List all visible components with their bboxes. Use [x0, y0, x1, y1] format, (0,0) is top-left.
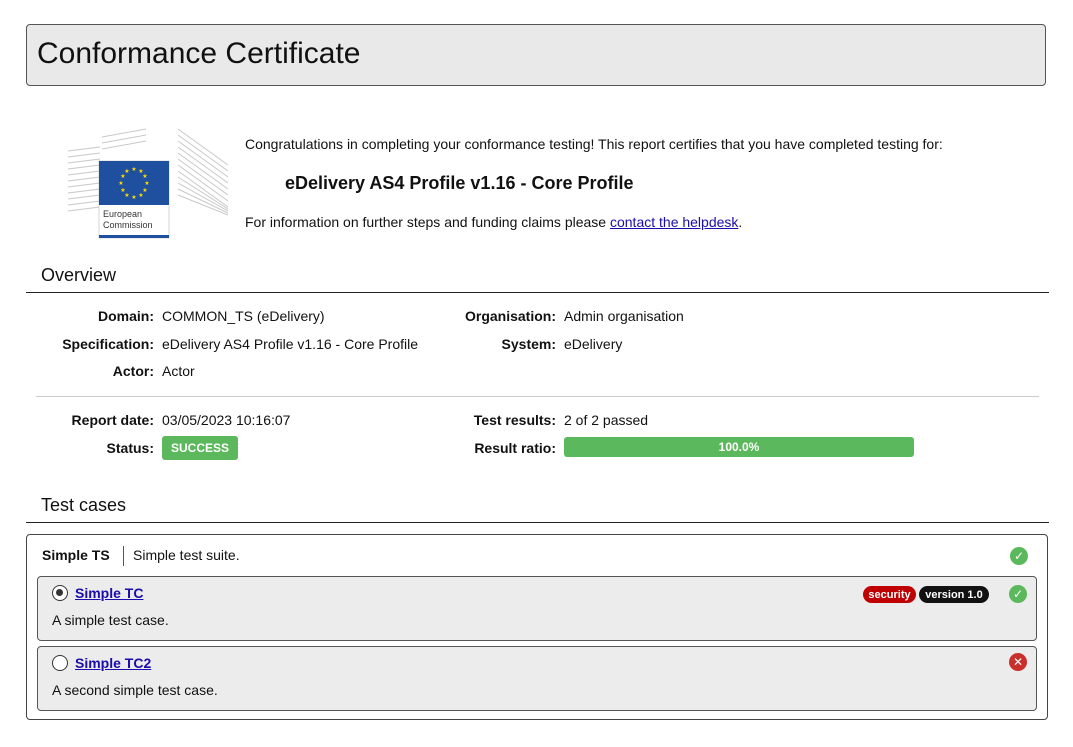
success-check-icon: ✓: [1009, 585, 1027, 603]
helpdesk-link[interactable]: contact the helpdesk: [610, 214, 738, 230]
tag-version-badge: version 1.0: [919, 586, 989, 603]
organisation-value: Admin organisation: [564, 308, 684, 324]
failure-cross-icon: ✕: [1009, 653, 1027, 671]
svg-text:★: ★: [120, 187, 125, 194]
domain-label: Domain:: [98, 308, 154, 324]
test-case-radio-checked-icon[interactable]: [52, 585, 68, 601]
organisation-label: Organisation:: [464, 308, 556, 324]
test-case-link[interactable]: Simple TC: [75, 585, 143, 601]
overview-divider: [26, 292, 1049, 293]
test-results-value: 2 of 2 passed: [564, 412, 649, 428]
report-date-label: Report date:: [71, 412, 154, 428]
test-cases-divider: [26, 522, 1049, 523]
overview-inner-divider: [36, 396, 1039, 397]
test-suite-panel: Simple TS Simple test suite. ✓ Simple TC…: [26, 534, 1048, 720]
svg-text:★: ★: [142, 173, 147, 180]
system-value: eDelivery: [564, 336, 623, 352]
logo-text-commission: Commission: [103, 220, 153, 230]
status-label: Status:: [106, 440, 154, 456]
specification-value: eDelivery AS4 Profile v1.16 - Core Profi…: [162, 336, 418, 352]
svg-text:★: ★: [138, 192, 143, 199]
actor-value: Actor: [162, 363, 195, 379]
test-case-link[interactable]: Simple TC2: [75, 655, 151, 671]
status-badge: SUCCESS: [162, 436, 238, 460]
helpdesk-info-prefix: For information on further steps and fun…: [245, 214, 610, 230]
title-panel: Conformance Certificate: [26, 24, 1046, 86]
tag-security-badge: security: [863, 586, 916, 603]
svg-text:★: ★: [118, 180, 123, 187]
result-ratio-text: 100.0%: [718, 440, 760, 454]
result-ratio-label: Result ratio:: [474, 440, 556, 456]
test-suite-name: Simple TS: [42, 547, 110, 563]
congratulations-text: Congratulations in completing your confo…: [245, 136, 943, 152]
specification-title: eDelivery AS4 Profile v1.16 - Core Profi…: [285, 173, 634, 193]
svg-text:★: ★: [131, 194, 136, 201]
test-case-description: A simple test case.: [52, 612, 169, 628]
report-date-value: 03/05/2023 10:16:07: [162, 412, 291, 428]
specification-label: Specification:: [62, 336, 154, 352]
domain-value: COMMON_TS (eDelivery): [162, 308, 325, 324]
test-cases-heading: Test cases: [41, 495, 127, 515]
svg-text:★: ★: [144, 180, 149, 187]
actor-label: Actor:: [112, 363, 154, 379]
helpdesk-info-suffix: .: [738, 214, 743, 230]
svg-text:★: ★: [124, 168, 129, 175]
system-label: System:: [501, 336, 556, 352]
test-suite-separator: [123, 546, 124, 566]
svg-text:★: ★: [131, 166, 136, 173]
test-case-description: A second simple test case.: [52, 682, 218, 698]
overview-heading: Overview: [41, 265, 117, 285]
test-results-label: Test results:: [473, 412, 556, 428]
page-title: Conformance Certificate: [37, 37, 361, 70]
test-suite-description: Simple test suite.: [133, 547, 240, 563]
test-case-item: Simple TC A simple test case. security v…: [37, 576, 1037, 641]
test-case-item: Simple TC2 A second simple test case. ✕: [37, 646, 1037, 711]
result-ratio-bar: 100.0%: [564, 437, 914, 457]
success-check-icon: ✓: [1010, 547, 1028, 565]
helpdesk-info: For information on further steps and fun…: [245, 214, 742, 230]
logo-text-european: European: [103, 209, 143, 219]
test-case-radio-icon[interactable]: [52, 655, 68, 671]
